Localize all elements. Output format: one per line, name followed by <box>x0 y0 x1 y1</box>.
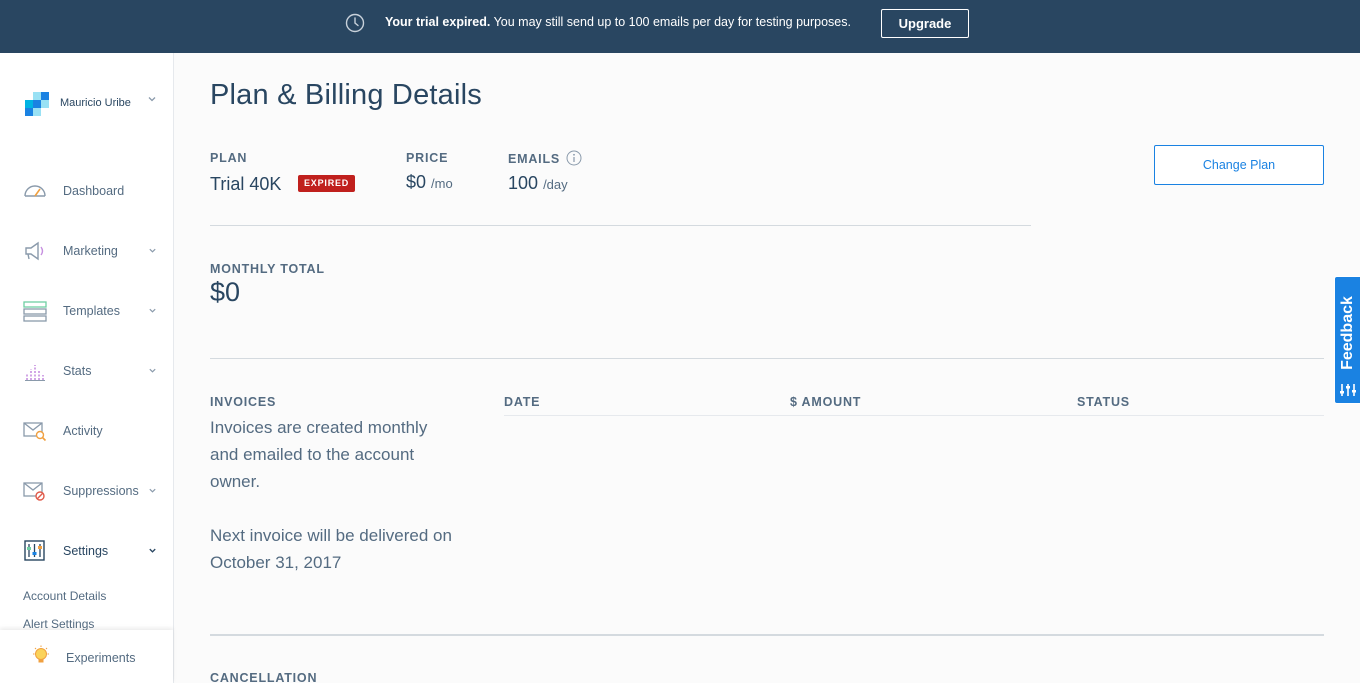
monthly-total-label: MONTHLY TOTAL <box>210 262 325 276</box>
clock-icon <box>345 13 365 33</box>
sidebar-subitem-alert-settings[interactable]: Alert Settings <box>23 617 94 631</box>
sidebar-item-label: Templates <box>63 304 120 318</box>
feedback-label: Feedback <box>1339 296 1356 370</box>
emails-label: EMAILS <box>508 152 561 166</box>
cancellation-label: CANCELLATION <box>210 671 318 683</box>
change-plan-button[interactable]: Change Plan <box>1154 145 1324 185</box>
experiments-label: Experiments <box>66 651 136 665</box>
price-value: $0 /mo <box>406 172 453 193</box>
sidebar: Mauricio Uribe Dashboard Marketing Templ… <box>0 53 174 683</box>
sidebar-item-label: Activity <box>63 424 103 438</box>
sidebar-item-suppressions[interactable]: Suppressions <box>0 476 173 506</box>
column-header-status: STATUS <box>1077 395 1130 409</box>
column-header-amount: $ AMOUNT <box>790 395 862 409</box>
sliders-icon <box>24 540 45 561</box>
sidebar-item-stats[interactable]: Stats <box>0 356 173 386</box>
sidebar-item-label: Marketing <box>63 244 118 258</box>
invoices-description: Invoices are created monthly and emailed… <box>210 418 428 491</box>
user-name: Mauricio Uribe <box>60 97 131 109</box>
chevron-down-icon <box>149 248 156 253</box>
sidebar-item-dashboard[interactable]: Dashboard <box>0 176 173 206</box>
trial-message-bold: Your trial expired. <box>385 15 491 29</box>
plan-label: PLAN <box>210 151 248 165</box>
invoices-label: INVOICES <box>210 395 277 409</box>
account-switcher[interactable]: Mauricio Uribe <box>25 92 165 118</box>
megaphone-icon <box>25 241 44 261</box>
trial-message-rest: You may still send up to 100 emails per … <box>490 15 851 29</box>
sidebar-subitem-account-details[interactable]: Account Details <box>23 589 106 603</box>
sidebar-item-label: Dashboard <box>63 184 125 198</box>
sidebar-item-activity[interactable]: Activity <box>0 416 173 446</box>
lightbulb-icon <box>33 645 49 663</box>
table-header-divider <box>504 415 1324 416</box>
emails-amount: 100 <box>508 173 539 193</box>
envelope-search-icon <box>23 422 47 442</box>
info-icon[interactable] <box>566 150 582 166</box>
price-unit: /mo <box>431 176 453 191</box>
divider <box>210 634 1324 636</box>
emails-value: 100 /day <box>508 173 568 194</box>
feedback-tab[interactable]: Feedback <box>1334 276 1360 404</box>
chevron-down-icon <box>149 368 156 373</box>
trial-banner: Your trial expired. You may still send u… <box>0 0 1360 53</box>
price-amount: $0 <box>406 172 427 192</box>
trial-message: Your trial expired. You may still send u… <box>385 15 851 29</box>
column-header-date: DATE <box>504 395 541 409</box>
sidebar-item-label: Stats <box>63 364 92 378</box>
sidebar-item-label: Settings <box>63 544 109 558</box>
price-label: PRICE <box>406 151 449 165</box>
plan-value: Trial 40K <box>210 174 282 194</box>
expired-badge: EXPIRED <box>298 175 356 192</box>
sidebar-item-settings[interactable]: Settings <box>0 536 173 566</box>
speedometer-icon <box>24 185 46 197</box>
sidebar-item-templates[interactable]: Templates <box>0 296 173 326</box>
emails-unit: /day <box>543 177 568 192</box>
page-title: Plan & Billing Details <box>210 79 482 111</box>
sendgrid-logo <box>25 92 49 116</box>
next-invoice-note: Next invoice will be delivered on Octobe… <box>210 526 452 572</box>
chevron-down-icon <box>149 548 156 553</box>
divider <box>210 358 1324 359</box>
feedback-icon <box>1340 384 1356 396</box>
bar-chart-icon <box>25 365 45 381</box>
chevron-down-icon <box>148 97 156 102</box>
template-icon <box>23 301 47 322</box>
chevron-down-icon <box>149 308 156 313</box>
divider <box>210 225 1031 226</box>
monthly-total-value: $0 <box>210 277 241 307</box>
sidebar-item-experiments[interactable]: Experiments <box>0 630 173 683</box>
sidebar-item-marketing[interactable]: Marketing <box>0 236 173 266</box>
chevron-down-icon <box>149 488 156 493</box>
sidebar-item-label: Suppressions <box>63 484 139 498</box>
upgrade-button[interactable]: Upgrade <box>881 9 969 38</box>
envelope-block-icon <box>23 482 45 501</box>
